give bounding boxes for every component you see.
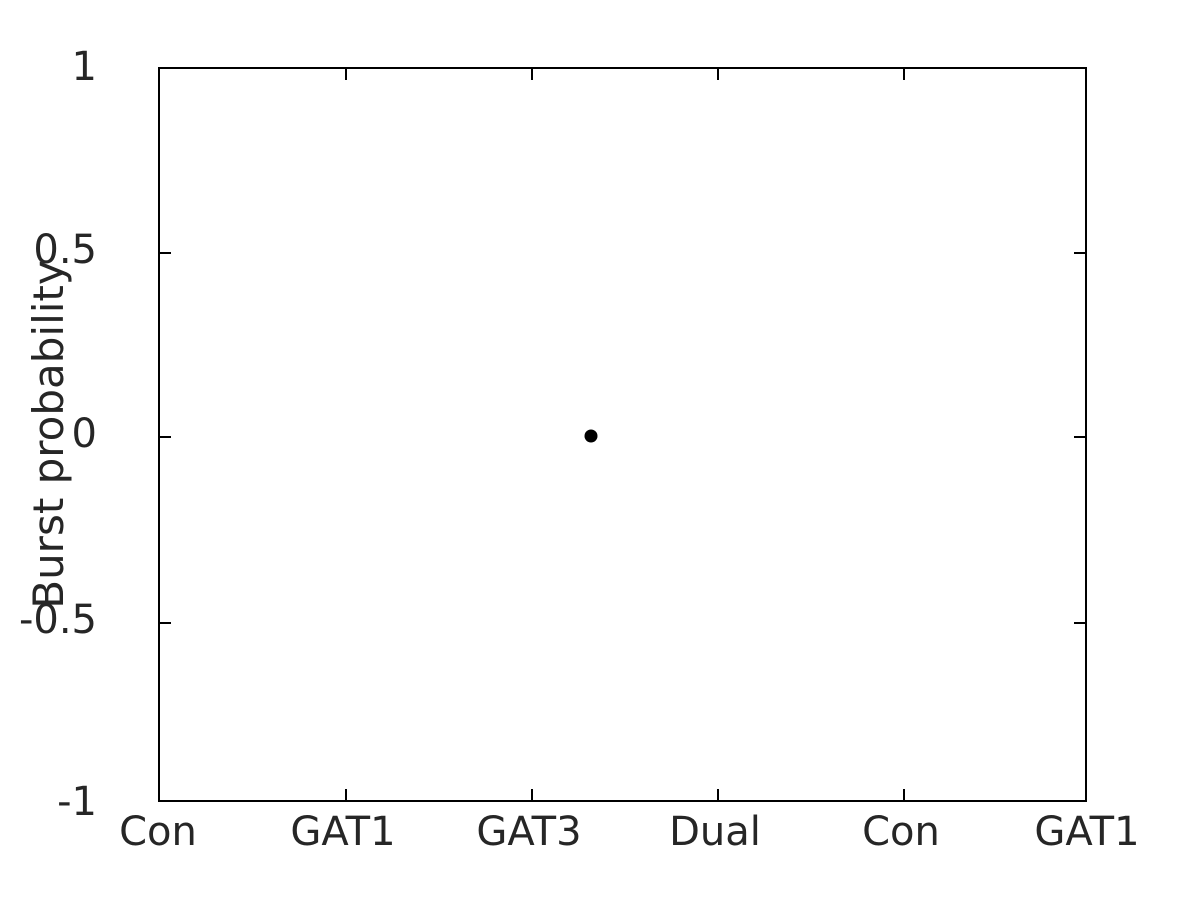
y-tick-label-0: 0 <box>71 411 97 457</box>
y-tick-mark-0-right <box>1074 436 1085 438</box>
y-tick-label-neg1: -1 <box>57 779 97 825</box>
x-tick-mark-dual-top <box>717 69 719 80</box>
x-tick-mark-con-2-bottom <box>903 789 905 800</box>
x-tick-label-gat3: GAT3 <box>476 809 582 855</box>
data-point-marker <box>584 429 598 443</box>
x-tick-label-con-1: Con <box>119 809 197 855</box>
y-tick-label-0p5: 0.5 <box>33 227 97 273</box>
x-tick-mark-gat3-top <box>531 69 533 80</box>
x-tick-mark-dual-bottom <box>717 789 719 800</box>
x-tick-mark-con-2-top <box>903 69 905 80</box>
x-tick-label-dual: Dual <box>669 809 761 855</box>
y-tick-mark-0p5-right <box>1074 252 1085 254</box>
x-tick-label-gat1-2: GAT1 <box>1034 809 1140 855</box>
x-tick-mark-gat1-1-top <box>345 69 347 80</box>
y-tick-mark-0p5-left <box>160 252 171 254</box>
x-tick-mark-gat3-bottom <box>531 789 533 800</box>
x-tick-label-gat1-1: GAT1 <box>290 809 396 855</box>
y-tick-mark-neg0p5-right <box>1074 622 1085 624</box>
figure-canvas: Burst probability 1 0.5 0 -0.5 -1 Con GA… <box>0 0 1200 900</box>
y-tick-mark-0-left <box>160 436 171 438</box>
x-tick-label-con-2: Con <box>862 809 940 855</box>
y-axis-title: Burst probability <box>23 260 73 609</box>
y-tick-mark-neg0p5-left <box>160 622 171 624</box>
y-tick-label-neg0p5: -0.5 <box>18 597 97 643</box>
x-tick-mark-gat1-1-bottom <box>345 789 347 800</box>
y-tick-label-1: 1 <box>71 44 97 90</box>
plot-area <box>158 67 1087 802</box>
